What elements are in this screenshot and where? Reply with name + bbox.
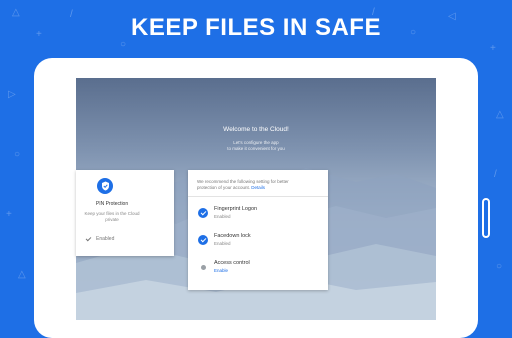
welcome-title: Welcome to the Cloud! [223, 126, 289, 133]
deco-slash-icon: / [494, 169, 497, 180]
facedown-check-icon[interactable] [198, 235, 208, 245]
welcome-subtitle: Let's configure the app to make it conve… [76, 140, 436, 152]
option-facedown-status: Enabled [214, 241, 231, 246]
option-fingerprint-status: Enabled [214, 214, 231, 219]
pin-desc-line2: private [105, 217, 119, 222]
pin-protection-title: PIN Protection [95, 201, 129, 207]
banner-headline: KEEP FILES IN SAFE [131, 14, 381, 41]
deco-triangle-icon: △ [496, 109, 504, 120]
recommendation-line2: protection of your account. [197, 185, 251, 190]
option-access-control-enable-link[interactable]: Enable [214, 268, 228, 273]
tablet-side-button [482, 198, 490, 238]
option-access-control-title[interactable]: Access control [214, 260, 250, 266]
deco-plus-icon: + [490, 43, 496, 54]
pin-protection-status: Enabled [96, 236, 115, 242]
recommendation-text: We recommend the following setting for b… [197, 179, 321, 191]
option-facedown-title[interactable]: Facedown lock [214, 233, 251, 239]
card-divider [188, 196, 328, 197]
deco-triangle-icon: ▷ [8, 89, 16, 100]
deco-plus-icon: + [6, 209, 12, 220]
fingerprint-check-icon[interactable] [198, 208, 208, 218]
welcome-subtitle-line2: to make it convenient for you [227, 146, 285, 151]
deco-circle-icon: ○ [496, 261, 503, 272]
pin-protection-description: Keep your files in the Cloud private [82, 211, 142, 223]
details-link[interactable]: Details [251, 185, 265, 190]
option-fingerprint-title[interactable]: Fingerprint Logon [214, 206, 257, 212]
deco-circle-icon: ○ [14, 149, 21, 160]
access-control-dot-icon[interactable] [201, 265, 206, 270]
deco-triangle-icon: △ [18, 269, 26, 280]
shield-check-icon [97, 178, 113, 194]
